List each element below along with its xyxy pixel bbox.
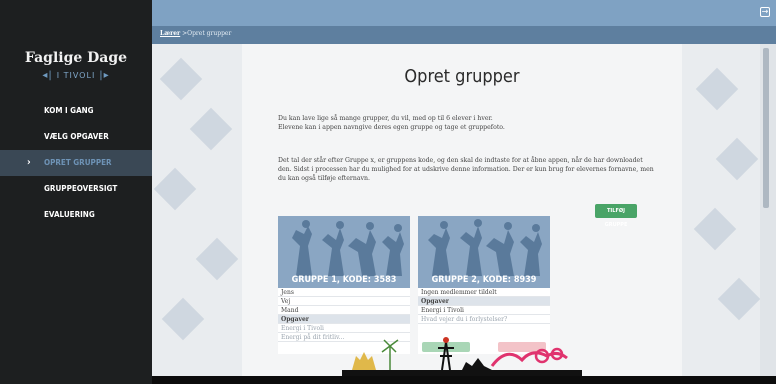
task-row: Hvad vejer du i forlystelser? bbox=[418, 315, 550, 324]
decor-diamond bbox=[693, 207, 737, 251]
tasks-header: Opgaver bbox=[418, 297, 550, 306]
tasks-header: Opgaver bbox=[278, 315, 410, 324]
sidebar-nav: KOM I GANG VÆLG OPGAVER › OPRET GRUPPER G… bbox=[0, 98, 152, 228]
member-row: Jens bbox=[278, 288, 410, 297]
decor-diamond bbox=[715, 137, 759, 181]
tivoli-skyline-icon bbox=[342, 337, 582, 376]
breadcrumb: Lærer >Opret grupper bbox=[152, 26, 776, 44]
group-title: GRUPPE 1, KODE: 3583 bbox=[291, 275, 397, 285]
breadcrumb-root-link[interactable]: Lærer bbox=[160, 30, 180, 37]
decor-diamond bbox=[161, 297, 205, 341]
decor-diamond bbox=[195, 237, 239, 281]
decor-diamond bbox=[159, 57, 203, 101]
breadcrumb-current: Opret grupper bbox=[187, 30, 232, 37]
decor-diamond bbox=[153, 167, 197, 211]
chevron-right-icon: › bbox=[27, 157, 31, 168]
sidebar-item-label: OPRET GRUPPER bbox=[44, 158, 112, 167]
intro-text: Du kan lave lige så mange grupper, du vi… bbox=[278, 114, 658, 132]
sidebar-item-label: VÆLG OPGAVER bbox=[44, 132, 109, 141]
intro-line-1: Du kan lave lige så mange grupper, du vi… bbox=[278, 115, 493, 122]
sidebar-item-label: GRUPPEOVERSIGT bbox=[44, 184, 118, 193]
sidebar-item-evaluering[interactable]: EVALUERING bbox=[0, 202, 152, 228]
group-image: GRUPPE 2, KODE: 8939 bbox=[418, 216, 550, 288]
add-group-button[interactable]: TILFØJ GRUPPE bbox=[595, 204, 637, 228]
member-row: Mand bbox=[278, 306, 410, 315]
group-image: GRUPPE 1, KODE: 3583 bbox=[278, 216, 410, 288]
footer-ground bbox=[152, 376, 776, 384]
sidebar-item-kom-i-gang[interactable]: KOM I GANG bbox=[0, 98, 152, 124]
sidebar-item-opret-grupper[interactable]: › OPRET GRUPPER bbox=[0, 150, 152, 176]
member-row: Ingen medlemmer tildelt bbox=[418, 288, 550, 297]
flag-icon: ◂| bbox=[42, 70, 53, 81]
group-title: GRUPPE 2, KODE: 8939 bbox=[431, 275, 537, 285]
logo-subtitle: ◂| I TIVOLI |▸ bbox=[0, 70, 152, 81]
decor-diamond bbox=[189, 107, 233, 151]
logo-subtitle-text: I TIVOLI bbox=[56, 71, 96, 80]
member-row: Vej bbox=[278, 297, 410, 306]
top-bar: → bbox=[152, 0, 776, 26]
intro-line-2: Elevene kan i appen navngive deres egen … bbox=[278, 124, 505, 131]
sidebar-item-vaelg-opgaver[interactable]: VÆLG OPGAVER bbox=[0, 124, 152, 150]
task-row: Energi i Tivoli bbox=[418, 306, 550, 315]
info-text: Det tal der står efter Gruppe x, er grup… bbox=[278, 157, 654, 182]
decor-diamond bbox=[717, 277, 760, 321]
flag-icon: |▸ bbox=[99, 70, 110, 81]
decor-diamond bbox=[695, 67, 739, 111]
scrollbar[interactable] bbox=[760, 44, 776, 376]
main-area: Opret grupper Du kan lave lige så mange … bbox=[152, 44, 760, 376]
page-title: Opret grupper bbox=[404, 66, 520, 87]
sidebar-item-label: EVALUERING bbox=[44, 210, 95, 219]
sidebar-item-label: KOM I GANG bbox=[44, 106, 94, 115]
scrollbar-thumb[interactable] bbox=[763, 48, 769, 208]
sidebar: Faglige Dage ◂| I TIVOLI |▸ KOM I GANG VÆL… bbox=[0, 0, 152, 384]
sidebar-item-gruppeoversigt[interactable]: GRUPPEOVERSIGT bbox=[0, 176, 152, 202]
logo-title: Faglige Dage bbox=[24, 50, 128, 66]
exit-icon[interactable]: → bbox=[760, 7, 770, 17]
